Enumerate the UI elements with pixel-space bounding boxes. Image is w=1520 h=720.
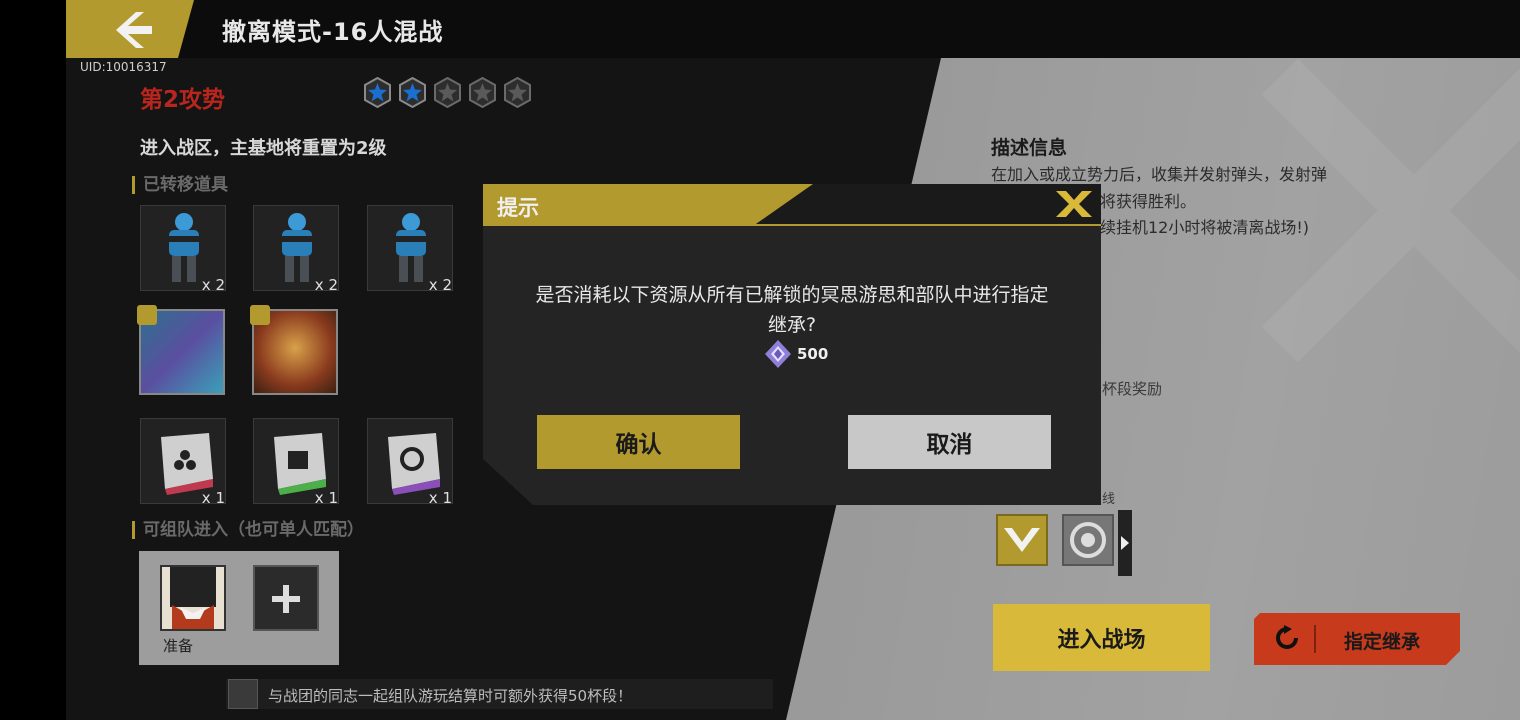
back-button[interactable] [66,0,194,58]
soldier-icon [161,213,207,282]
description-line: 在加入或成立势力后，收集并发射弹头，发射弹 [991,165,1328,184]
target-icon [1070,522,1106,558]
confirm-button[interactable]: 确认 [537,415,740,469]
item-count: x 2 [314,276,338,294]
team-panel: 准备 [139,551,339,665]
item-count: x 2 [201,276,225,294]
star-empty-icon [469,77,496,108]
card-badge-icon [137,305,157,325]
mode-option-button[interactable] [1062,514,1114,566]
user-id-label: UID:10016317 [80,60,167,74]
soldier-item[interactable]: x 2 [140,205,226,294]
supply-box-item[interactable]: x 1 [140,418,226,507]
divider [1314,625,1316,653]
dialog-header: 提示 [483,184,1101,226]
dialog-message-line: 是否消耗以下资源从所有已解锁的冥思游思和部队中进行指定 [535,284,1049,306]
item-count: x 1 [201,489,225,507]
supply-box-item[interactable]: x 1 [367,418,453,507]
dialog-message-line: 继承? [767,314,817,336]
description-line: 将获得胜利。 [1100,192,1197,211]
card-badge-icon [250,305,270,325]
hero-card[interactable] [250,305,338,395]
star-empty-icon [504,77,531,108]
player-portrait-icon [162,567,224,629]
refresh-icon [1276,625,1298,649]
item-count: x 1 [428,489,452,507]
ready-status: 准备 [163,637,194,655]
soldier-item[interactable]: x 2 [367,205,453,294]
cost-value: 500 [797,345,829,363]
tip-text: 与战团的同志一起组队游玩结算时可额外获得50杯段！ [268,687,633,705]
soldier-icon [274,213,320,282]
dialog-message: 是否消耗以下资源从所有已解锁的冥思游思和部队中进行指定 继承? [503,280,1081,340]
chevron-right-icon [1121,536,1129,550]
dialog-title: 提示 [497,196,539,220]
route-text: 线 [1102,492,1116,507]
star-badge-icon [228,679,258,709]
supply-box-icon [274,433,326,495]
top-header: 撤离模式-16人混战 [66,0,1520,58]
designate-inherit-button[interactable]: 指定继承 [1254,613,1460,665]
soldier-item[interactable]: x 2 [253,205,339,294]
resource-cost: 500 [763,340,828,368]
page-title: 撤离模式-16人混战 [222,18,444,46]
enter-battlefield-button[interactable]: 进入战场 [993,604,1210,671]
add-teammate-button[interactable] [253,565,319,631]
transferred-items-label: 已转移道具 [132,176,228,194]
star-filled-icon [399,77,426,108]
crystal-currency-icon [765,340,791,368]
supply-box-icon [161,433,213,495]
reward-text: 杯段奖励 [1102,380,1163,398]
back-arrow-icon [116,12,152,48]
soldier-icon [388,213,434,282]
cancel-button[interactable]: 取消 [848,415,1051,469]
description-line: 续挂机12小时将被清离战场!) [1100,218,1310,237]
hero-card[interactable] [137,305,225,395]
supply-box-item[interactable]: x 1 [253,418,339,507]
mode-select-button[interactable] [996,514,1048,566]
description-title: 描述信息 [991,137,1068,159]
scroll-right-button[interactable] [1118,510,1132,576]
supply-box-icon [388,433,440,495]
background-logo: ✕ [1196,0,1520,523]
base-reset-notice: 进入战区，主基地将重置为2级 [140,138,387,159]
close-icon[interactable] [1052,187,1096,221]
team-bonus-tip: 与战团的同志一起组队游玩结算时可额外获得50杯段！ [226,679,773,709]
avatar[interactable] [160,565,226,631]
difficulty-stars [362,77,533,108]
game-screen: ✕ 撤离模式-16人混战 UID:10016317 第2攻势 进入战区，主基地将… [0,0,1520,720]
star-filled-icon [364,77,391,108]
stage-title: 第2攻势 [140,87,226,113]
header-divider [483,224,1101,226]
inherit-label: 指定继承 [1344,631,1421,653]
item-count: x 2 [428,276,452,294]
item-count: x 1 [314,489,338,507]
chevron-logo-icon [1004,528,1040,552]
confirm-dialog: 提示 是否消耗以下资源从所有已解锁的冥思游思和部队中进行指定 继承? 500 确… [483,184,1101,505]
star-empty-icon [434,77,461,108]
team-section-label: 可组队进入（也可单人匹配） [132,521,364,539]
